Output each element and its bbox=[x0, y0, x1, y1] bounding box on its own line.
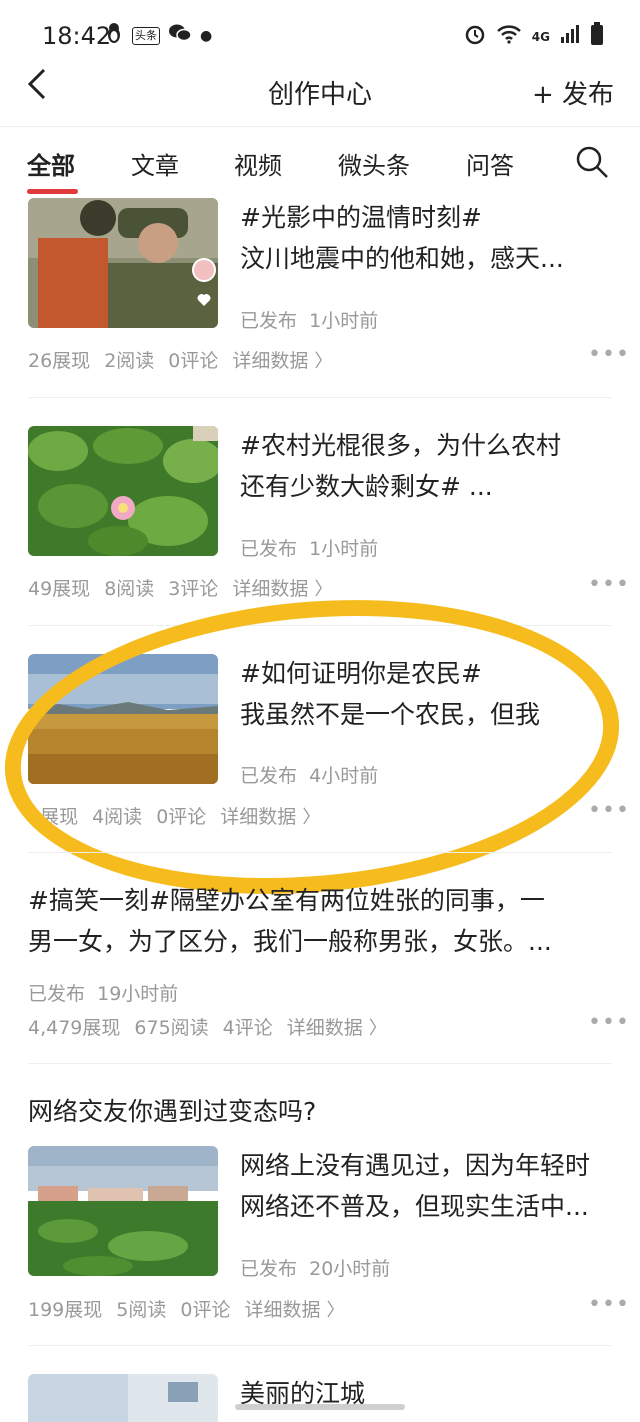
item-title-line2[interactable]: 汶川地震中的他和她，感天... bbox=[240, 239, 610, 278]
network-type: 4G bbox=[531, 29, 550, 44]
details-link[interactable]: 详细数据 〉 bbox=[244, 1295, 344, 1322]
details-link[interactable]: 详细数据 〉 bbox=[287, 1013, 387, 1040]
more-options-icon[interactable]: ••• bbox=[588, 798, 630, 823]
item-status: 已发布 20小时前 bbox=[240, 1254, 390, 1281]
chevron-right-icon: 〉 bbox=[326, 1300, 345, 1321]
item-title-line2[interactable]: 男一女，为了区分，我们一般称男张，女张。... bbox=[28, 922, 612, 961]
more-options-icon[interactable]: ••• bbox=[588, 572, 630, 597]
item-heading[interactable]: 网络交友你遇到过变态吗? bbox=[28, 1092, 612, 1131]
item-thumbnail[interactable] bbox=[28, 1374, 218, 1422]
chevron-right-icon: 〉 bbox=[368, 1018, 387, 1039]
chevron-right-icon: 〉 bbox=[314, 351, 333, 372]
signal-icon bbox=[560, 25, 580, 48]
status-label: 已发布 bbox=[28, 983, 86, 1005]
details-label: 详细数据 bbox=[286, 1017, 363, 1039]
item-title-line1[interactable]: #光影中的温情时刻# bbox=[240, 198, 610, 237]
item-stats: 26展现 2阅读 0评论 详细数据 〉 bbox=[28, 346, 332, 373]
item-status: 已发布 1小时前 bbox=[240, 306, 378, 333]
comments-count: 4评论 bbox=[222, 1017, 273, 1039]
reads-count: 675阅读 bbox=[134, 1017, 209, 1039]
status-bar: 18:42 头条 ● 4G bbox=[0, 0, 640, 70]
publish-button[interactable]: + 发布 bbox=[532, 74, 614, 111]
item-divider bbox=[28, 397, 612, 398]
status-label: 已发布 bbox=[240, 310, 298, 332]
status-time: 18:42 bbox=[42, 22, 112, 50]
penguin-icon bbox=[104, 22, 124, 49]
item-status: 已发布 1小时前 bbox=[240, 534, 378, 561]
item-stats: 199展现 5阅读 0评论 详细数据 〉 bbox=[28, 1295, 345, 1322]
status-label: 已发布 bbox=[240, 1258, 298, 1280]
item-title-line2[interactable]: 网络还不普及，但现实生活中... bbox=[240, 1187, 610, 1226]
publish-time: 1小时前 bbox=[309, 538, 379, 560]
toutiao-badge: 头条 bbox=[132, 26, 160, 45]
header-divider bbox=[0, 126, 640, 127]
item-thumbnail[interactable] bbox=[28, 426, 218, 556]
search-icon[interactable] bbox=[574, 144, 610, 180]
details-link[interactable]: 详细数据 〉 bbox=[232, 574, 332, 601]
details-label: 详细数据 bbox=[244, 1299, 321, 1321]
item-thumbnail[interactable] bbox=[28, 198, 218, 328]
tab-qa[interactable]: 问答 bbox=[466, 146, 514, 181]
active-tab-indicator bbox=[27, 189, 78, 194]
reads-count: 8阅读 bbox=[104, 578, 155, 600]
item-thumbnail[interactable] bbox=[28, 1146, 218, 1276]
status-label: 已发布 bbox=[240, 538, 298, 560]
views-count: 49展现 bbox=[28, 578, 91, 600]
item-divider bbox=[28, 1063, 612, 1064]
notification-icons: 头条 ● bbox=[104, 22, 212, 49]
item-title-line1[interactable]: #搞笑一刻#隔壁办公室有两位姓张的同事，一 bbox=[28, 881, 612, 920]
more-options-icon[interactable]: ••• bbox=[588, 1010, 630, 1035]
item-stats: 49展现 8阅读 3评论 详细数据 〉 bbox=[28, 574, 332, 601]
reads-count: 2阅读 bbox=[104, 350, 155, 372]
tab-videos[interactable]: 视频 bbox=[234, 146, 282, 181]
item-title-line2[interactable]: 还有少数大龄剩女# ... bbox=[240, 467, 610, 506]
details-link[interactable]: 详细数据 〉 bbox=[232, 346, 332, 373]
publish-time: 20小时前 bbox=[309, 1258, 391, 1280]
battery-icon bbox=[590, 22, 604, 51]
item-divider bbox=[28, 852, 612, 853]
item-stats: 4,479展现 675阅读 4评论 详细数据 〉 bbox=[28, 1013, 387, 1040]
more-options-icon[interactable]: ••• bbox=[588, 1292, 630, 1317]
views-count: 4,479展现 bbox=[28, 1017, 121, 1039]
views-count: 199展现 bbox=[28, 1299, 103, 1321]
comments-count: 0评论 bbox=[180, 1299, 231, 1321]
publish-time: 1小时前 bbox=[309, 310, 379, 332]
reads-count: 5阅读 bbox=[116, 1299, 167, 1321]
tab-bar: 全部 文章 视频 微头条 问答 bbox=[0, 146, 640, 196]
details-label: 详细数据 bbox=[232, 350, 309, 372]
comments-count: 3评论 bbox=[168, 578, 219, 600]
wechat-icon bbox=[168, 23, 192, 48]
tab-articles[interactable]: 文章 bbox=[131, 146, 179, 181]
dot-icon: ● bbox=[200, 27, 213, 44]
details-label: 详细数据 bbox=[232, 578, 309, 600]
tab-all[interactable]: 全部 bbox=[27, 146, 75, 181]
chevron-right-icon: 〉 bbox=[314, 579, 333, 600]
item-title-line1[interactable]: #农村光棍很多，为什么农村 bbox=[240, 426, 610, 465]
views-count: 26展现 bbox=[28, 350, 91, 372]
item-divider bbox=[28, 1345, 612, 1346]
publish-time: 19小时前 bbox=[97, 983, 179, 1005]
more-options-icon[interactable]: ••• bbox=[588, 342, 630, 367]
item-title-line1[interactable]: 网络上没有遇见过，因为年轻时 bbox=[240, 1146, 610, 1185]
home-gesture-bar[interactable] bbox=[235, 1404, 405, 1410]
item-status: 已发布 19小时前 bbox=[28, 979, 178, 1006]
highlight-circle bbox=[0, 575, 632, 919]
wifi-icon bbox=[496, 24, 522, 49]
alarm-icon bbox=[464, 23, 486, 50]
tab-micro-posts[interactable]: 微头条 bbox=[338, 146, 410, 181]
system-icons: 4G bbox=[464, 22, 604, 51]
comments-count: 0评论 bbox=[168, 350, 219, 372]
